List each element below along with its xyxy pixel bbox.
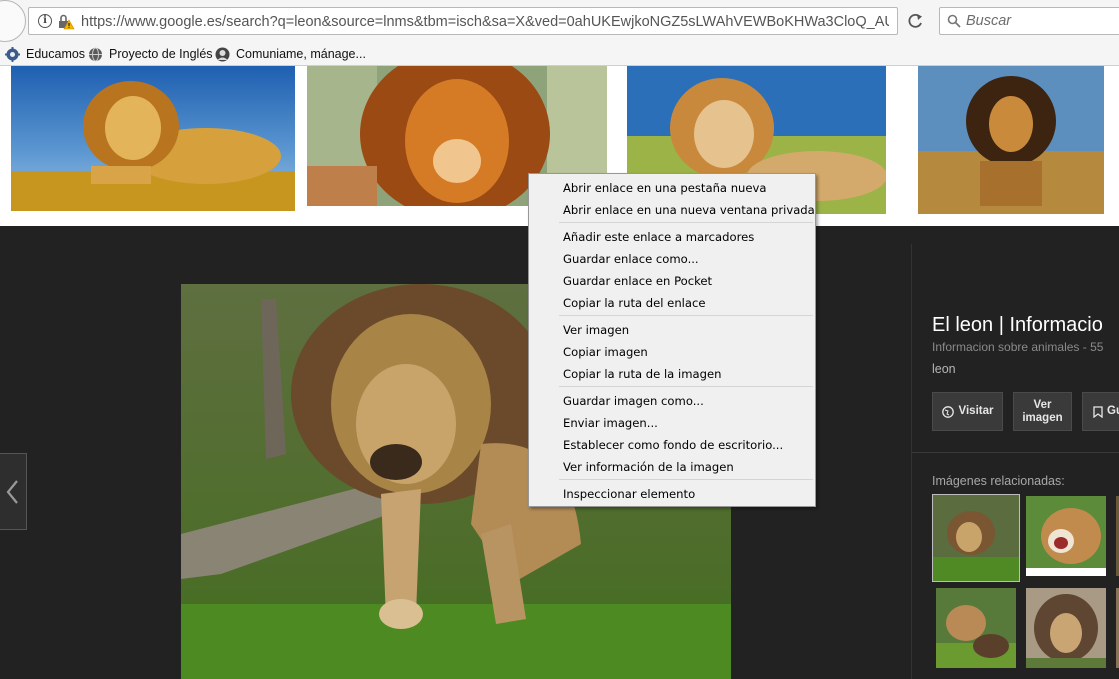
menu-copy-image[interactable]: Copiar imagen <box>563 342 648 362</box>
context-menu: Abrir enlace en una pestaña nueva Abrir … <box>528 173 816 507</box>
menu-view-image[interactable]: Ver imagen <box>563 320 629 340</box>
insecure-lock-icon[interactable] <box>57 13 75 31</box>
avatar-icon <box>215 47 230 61</box>
bookmark-label: Proyecto de Inglés <box>109 47 213 61</box>
search-bar[interactable]: Buscar <box>939 7 1119 35</box>
view-image-button[interactable]: Ver imagen <box>1013 392 1072 431</box>
menu-separator <box>559 315 813 316</box>
search-icon <box>947 14 961 28</box>
menu-set-as-desktop-background[interactable]: Establecer como fondo de escritorio... <box>563 435 783 455</box>
previous-image-button[interactable] <box>0 453 27 530</box>
related-thumbnail[interactable] <box>1026 496 1106 576</box>
menu-separator <box>559 479 813 480</box>
gear-icon <box>5 46 20 62</box>
result-info-panel: El leon | Informacio Informacion sobre a… <box>911 244 1119 679</box>
chevron-left-icon <box>6 480 18 504</box>
menu-copy-link-location[interactable]: Copiar la ruta del enlace <box>563 293 706 313</box>
menu-copy-image-location[interactable]: Copiar la ruta de la imagen <box>563 364 721 384</box>
save-button[interactable]: Gu <box>1082 392 1119 431</box>
bookmark-comuniame[interactable]: Comuniame, mánage... <box>215 45 366 63</box>
result-query-word: leon <box>932 362 956 376</box>
reload-icon[interactable] <box>903 7 929 35</box>
menu-view-image-info[interactable]: Ver información de la imagen <box>563 457 734 477</box>
result-thumbnail[interactable] <box>918 66 1104 214</box>
menu-separator <box>559 386 813 387</box>
bookmark-educamos[interactable]: Educamos <box>5 45 85 63</box>
bookmark-label: Educamos <box>26 47 86 61</box>
bookmarks-bar: Educamos Proyecto de Inglés Comuniame, m… <box>0 43 1119 66</box>
related-thumbnail[interactable] <box>1026 588 1106 668</box>
menu-inspect-element[interactable]: Inspeccionar elemento <box>563 484 695 504</box>
back-button[interactable] <box>0 0 26 42</box>
menu-open-link-private-window[interactable]: Abrir enlace en una nueva ventana privad… <box>563 200 815 220</box>
menu-save-link-as[interactable]: Guardar enlace como... <box>563 249 699 269</box>
menu-open-link-new-tab[interactable]: Abrir enlace en una pestaña nueva <box>563 178 767 198</box>
browser-toolbar: i https://www.google.es/search?q=leon&so… <box>0 0 1119 44</box>
result-thumbnail[interactable] <box>11 66 295 211</box>
url-bar[interactable]: i https://www.google.es/search?q=leon&so… <box>28 7 898 35</box>
globe-icon <box>941 405 954 418</box>
bookmark-label: Comuniame, mánage... <box>236 47 366 61</box>
result-source: Informacion sobre animales - 55 <box>932 340 1104 354</box>
menu-save-image-as[interactable]: Guardar imagen como... <box>563 391 704 411</box>
result-title[interactable]: El leon | Informacio <box>932 314 1103 337</box>
visit-button[interactable]: Visitar <box>932 392 1003 431</box>
related-thumbnail[interactable] <box>932 494 1020 582</box>
related-thumbnail[interactable] <box>936 588 1016 668</box>
menu-bookmark-link[interactable]: Añadir este enlace a marcadores <box>563 227 754 247</box>
divider <box>912 452 1119 453</box>
bookmark-proyecto-ingles[interactable]: Proyecto de Inglés <box>88 45 213 63</box>
search-placeholder: Buscar <box>966 13 1012 29</box>
info-icon[interactable]: i <box>38 14 52 28</box>
menu-save-link-to-pocket[interactable]: Guardar enlace en Pocket <box>563 271 712 291</box>
related-images-label: Imágenes relacionadas: <box>932 474 1065 488</box>
menu-separator <box>559 222 813 223</box>
bookmark-icon <box>1093 405 1103 418</box>
url-text[interactable]: https://www.google.es/search?q=leon&sour… <box>81 14 889 30</box>
menu-email-image[interactable]: Enviar imagen... <box>563 413 658 433</box>
globe-icon <box>89 47 102 61</box>
